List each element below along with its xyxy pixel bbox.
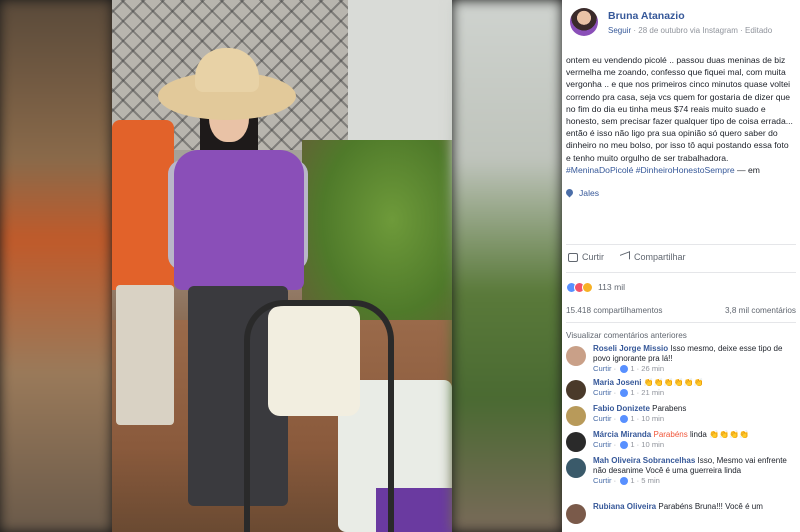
location-pin-icon bbox=[564, 187, 575, 198]
commenter-avatar[interactable] bbox=[566, 432, 586, 452]
meta-separator-2: · bbox=[740, 26, 743, 35]
post-location[interactable]: Jales bbox=[564, 187, 599, 198]
comment-like-count: 1 bbox=[630, 414, 635, 423]
comment: Fabio Donizete Parabens Curtir · 1 · 10 … bbox=[566, 404, 796, 430]
comment-highlight: Parabéns bbox=[653, 430, 688, 439]
comment-like-link[interactable]: Curtir bbox=[593, 388, 612, 397]
commenter-name[interactable]: Márcia Miranda bbox=[593, 430, 651, 439]
shares-count[interactable]: 15.418 compartilhamentos bbox=[566, 306, 663, 315]
comment-time[interactable]: 10 min bbox=[641, 414, 664, 423]
blurred-backdrop-left bbox=[0, 0, 112, 532]
comment-text: Parabéns Bruna!!! Você é um bbox=[658, 502, 763, 511]
comment-footer: Curtir · 1 · 5 min bbox=[593, 476, 660, 485]
like-icon bbox=[568, 252, 578, 262]
comment-text: Parabens bbox=[652, 404, 687, 413]
share-icon bbox=[620, 251, 630, 263]
comment-body: Rubiana Oliveira Parabéns Bruna!!! Você … bbox=[593, 502, 793, 512]
post-panel: Bruna Atanazio Seguir · 28 de outubro vi… bbox=[562, 0, 800, 532]
divider-3 bbox=[566, 322, 796, 323]
comment: Márcia Miranda Parabéns linda 👏👏👏👏 Curti… bbox=[566, 430, 796, 456]
share-button[interactable]: Compartilhar bbox=[620, 251, 686, 263]
comment: Maria Joseni 👏👏👏👏👏👏 Curtir · 1 · 21 min bbox=[566, 378, 796, 404]
comment-body: Mah Oliveira Sobrancelhas Isso, Mesmo va… bbox=[593, 456, 793, 486]
commenter-avatar[interactable] bbox=[566, 406, 586, 426]
divider-2 bbox=[566, 272, 796, 273]
view-previous-comments[interactable]: Visualizar comentários anteriores bbox=[566, 331, 687, 340]
comment-like-link[interactable]: Curtir bbox=[593, 364, 612, 373]
comment-like-link[interactable]: Curtir bbox=[593, 440, 612, 449]
comment: Rubiana Oliveira Parabéns Bruna!!! Você … bbox=[566, 502, 796, 528]
post-body: ontem eu vendendo picolé .. passou duas … bbox=[566, 55, 793, 163]
post-date[interactable]: 28 de outubro via Instagram bbox=[638, 26, 738, 35]
blurred-backdrop-right bbox=[452, 0, 562, 532]
comment: Roseli Jorge Missio Isso mesmo, deixe es… bbox=[566, 344, 796, 378]
comment-body: Maria Joseni 👏👏👏👏👏👏 Curtir · 1 · 21 min bbox=[593, 378, 793, 398]
comment-footer: Curtir · 1 · 10 min bbox=[593, 440, 665, 449]
comment-time[interactable]: 5 min bbox=[641, 476, 660, 485]
comment-body: Roseli Jorge Missio Isso mesmo, deixe es… bbox=[593, 344, 793, 374]
comment-like-count: 1 bbox=[630, 440, 635, 449]
commenter-name[interactable]: Rubiana Oliveira bbox=[593, 502, 656, 511]
photo-cart bbox=[244, 300, 394, 532]
post-header: Bruna Atanazio Seguir · 28 de outubro vi… bbox=[570, 8, 792, 42]
post-actions: Curtir Compartilhar bbox=[566, 250, 796, 270]
comment-footer: Curtir · 1 · 21 min bbox=[593, 388, 665, 397]
like-badge-icon bbox=[620, 415, 629, 423]
comment-footer: Curtir · 1 · 10 min bbox=[593, 414, 665, 423]
comment-time[interactable]: 10 min bbox=[641, 440, 664, 449]
comment-text: 👏👏👏👏👏👏 bbox=[643, 378, 704, 387]
photo-wall bbox=[348, 0, 452, 150]
photo-worker-leg bbox=[116, 285, 174, 425]
author-name[interactable]: Bruna Atanazio bbox=[608, 10, 685, 22]
like-badge-icon bbox=[620, 477, 629, 485]
commenter-name[interactable]: Roseli Jorge Missio bbox=[593, 344, 668, 353]
post-em: — em bbox=[737, 164, 760, 175]
stage: Bruna Atanazio Seguir · 28 de outubro vi… bbox=[0, 0, 800, 532]
commenter-avatar[interactable] bbox=[566, 380, 586, 400]
like-badge-icon bbox=[620, 365, 629, 373]
comment-like-count: 1 bbox=[630, 388, 635, 397]
post-stats: 15.418 compartilhamentos 3,8 mil comentá… bbox=[566, 306, 796, 315]
comment-like-count: 1 bbox=[630, 476, 635, 485]
reactions-count: 113 mil bbox=[598, 282, 626, 292]
meta-separator: · bbox=[633, 26, 637, 35]
divider bbox=[566, 244, 796, 245]
comment-time[interactable]: 21 min bbox=[641, 388, 664, 397]
comment: Mah Oliveira Sobrancelhas Isso, Mesmo va… bbox=[566, 456, 796, 502]
comment-like-link[interactable]: Curtir bbox=[593, 476, 612, 485]
edited-label[interactable]: Editado bbox=[745, 26, 772, 35]
post-hashtags[interactable]: #MeninaDoPicolé #DinheiroHonestoSempre bbox=[566, 165, 735, 175]
location-name[interactable]: Jales bbox=[579, 188, 599, 198]
comment-footer: Curtir · 1 · 26 min bbox=[593, 364, 665, 373]
wow-reaction-icon bbox=[582, 281, 593, 293]
like-badge-icon bbox=[620, 389, 629, 397]
comment-like-link[interactable]: Curtir bbox=[593, 414, 612, 423]
comments-count[interactable]: 3,8 mil comentários bbox=[725, 306, 796, 315]
photo-worker bbox=[112, 120, 174, 290]
comment-like-count: 1 bbox=[630, 364, 635, 373]
reactions-summary[interactable]: 113 mil bbox=[566, 280, 625, 294]
comments-list: Roseli Jorge Missio Isso mesmo, deixe es… bbox=[566, 344, 796, 528]
commenter-name[interactable]: Fabio Donizete bbox=[593, 404, 650, 413]
comment-body: Fabio Donizete Parabens Curtir · 1 · 10 … bbox=[593, 404, 793, 424]
follow-link[interactable]: Seguir bbox=[608, 26, 631, 35]
like-badge-icon bbox=[620, 441, 629, 449]
comment-text: linda 👏👏👏👏 bbox=[689, 430, 749, 439]
commenter-avatar[interactable] bbox=[566, 346, 586, 366]
commenter-avatar[interactable] bbox=[566, 458, 586, 478]
share-label: Compartilhar bbox=[634, 252, 686, 262]
like-button[interactable]: Curtir bbox=[568, 252, 604, 262]
post-photo[interactable] bbox=[112, 0, 452, 532]
comment-time[interactable]: 26 min bbox=[641, 364, 664, 373]
post-text: ontem eu vendendo picolé .. passou duas … bbox=[566, 54, 794, 176]
commenter-name[interactable]: Maria Joseni bbox=[593, 378, 641, 387]
post-meta: Seguir · 28 de outubro via Instagram · E… bbox=[608, 26, 772, 35]
commenter-avatar[interactable] bbox=[566, 504, 586, 524]
author-avatar[interactable] bbox=[570, 8, 598, 36]
like-label: Curtir bbox=[582, 252, 604, 262]
photo-shirt bbox=[174, 150, 304, 290]
comment-body: Márcia Miranda Parabéns linda 👏👏👏👏 Curti… bbox=[593, 430, 793, 450]
commenter-name[interactable]: Mah Oliveira Sobrancelhas bbox=[593, 456, 695, 465]
